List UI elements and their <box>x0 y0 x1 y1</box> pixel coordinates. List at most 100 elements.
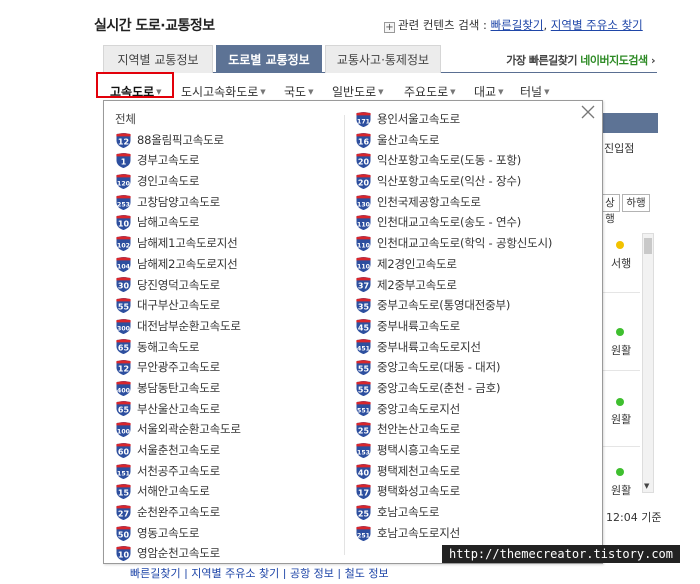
road-item[interactable]: 110 인천대교고속도로(학익 - 공항신도시) <box>355 233 552 254</box>
status-dot <box>616 468 624 476</box>
road-item[interactable]: 27 순천완주고속도로 <box>115 502 241 523</box>
road-item[interactable]: 55 중앙고속도로(대동 - 대저) <box>355 357 552 378</box>
road-item[interactable]: 37 제2중부고속도로 <box>355 275 552 296</box>
road-item[interactable]: 12 무안광주고속도로 <box>115 357 241 378</box>
road-item[interactable]: 40 평택제천고속도로 <box>355 461 552 482</box>
road-item[interactable]: 60 서울춘천고속도로 <box>115 440 241 461</box>
road-item[interactable]: 30 당진영덕고속도로 <box>115 275 241 296</box>
road-name: 평택시흥고속도로 <box>377 443 461 457</box>
highway-shield-icon: 100 <box>115 421 132 438</box>
row-divider <box>600 292 640 293</box>
road-item[interactable]: 10 남해고속도로 <box>115 212 241 233</box>
highway-shield-icon: 451 <box>355 338 372 356</box>
subnav-national-road[interactable]: 국도 ▼ <box>284 83 313 100</box>
status-text: 원활 <box>611 413 632 426</box>
svg-text:12: 12 <box>118 137 129 146</box>
road-name: 경인고속도로 <box>137 174 200 189</box>
highway-shield-icon: 12 <box>115 359 132 376</box>
road-item[interactable]: 17 평택화성고속도로 <box>355 481 552 502</box>
naver-map-search-link[interactable]: 가장 빠른길찾기 네이버지도검색 › <box>506 52 655 68</box>
road-item[interactable]: 65 부산울산고속도로 <box>115 399 241 420</box>
caret-down-icon: ▼ <box>498 88 504 96</box>
highway-shield-icon: 110 <box>355 256 372 273</box>
road-item[interactable]: 45 중부내륙고속도로 <box>355 316 552 337</box>
road-item[interactable]: 120 경인고속도로 <box>115 171 241 192</box>
road-item[interactable]: 50 영동고속도로 <box>115 523 241 544</box>
road-item[interactable]: 55 중앙고속도로(춘천 - 금호) <box>355 378 552 399</box>
road-item[interactable]: 55 대구부산고속도로 <box>115 295 241 316</box>
status-text: 서행 <box>611 257 632 270</box>
road-item-all[interactable]: 전체 <box>115 109 241 130</box>
road-item[interactable]: 104 남해제2고속도로지선 <box>115 254 241 275</box>
upbound-button[interactable]: 상행 <box>600 194 620 225</box>
road-item[interactable]: 20 익산포항고속도로(도동 - 포항) <box>355 150 552 171</box>
road-item[interactable]: 25 천안논산고속도로 <box>355 419 552 440</box>
road-item[interactable]: 102 남해제1고속도로지선 <box>115 233 241 254</box>
road-item[interactable]: 100 서울외곽순환고속도로 <box>115 419 241 440</box>
tab-road-traffic[interactable]: 도로별 교통정보 <box>216 45 322 73</box>
svg-text:451: 451 <box>357 346 370 353</box>
link-fast-route[interactable]: 빠른길찾기 <box>491 18 544 32</box>
link-gas-station[interactable]: 지역별 주유소 찾기 <box>551 18 643 32</box>
road-item[interactable]: 451 중부내륙고속도로지선 <box>355 337 552 358</box>
road-item[interactable]: 16 울산고속도로 <box>355 130 552 151</box>
highway-shield-icon: 25 <box>355 504 372 521</box>
svg-text:10: 10 <box>118 551 130 560</box>
highway-shield-icon: 551 <box>355 400 372 418</box>
status-text: 원활 <box>611 484 632 497</box>
highway-shield-icon: 171 <box>355 111 372 128</box>
subnav-urban-expressway[interactable]: 도시고속화도로 ▼ <box>181 83 266 100</box>
highway-shield-icon: 253 <box>115 193 132 211</box>
road-name: 서울외곽순환고속도로 <box>137 422 241 437</box>
plus-icon[interactable]: + <box>384 22 395 33</box>
svg-text:153: 153 <box>357 449 370 456</box>
road-item[interactable]: 551 중앙고속도로지선 <box>355 399 552 420</box>
svg-text:55: 55 <box>358 364 370 373</box>
svg-text:110: 110 <box>357 242 371 249</box>
road-list-right: 171 용인서울고속도로 16 울산고속도로 20 익산포항고속도로(도동 - 포항) 20… <box>355 109 552 543</box>
road-name: 순천완주고속도로 <box>137 505 221 520</box>
subnav-general-road[interactable]: 일반도로 ▼ <box>332 83 384 100</box>
subnav-tunnel[interactable]: 터널 ▼ <box>520 83 549 100</box>
highway-shield-icon: 153 <box>355 442 372 459</box>
road-item[interactable]: 151 서천공주고속도로 <box>115 461 241 482</box>
road-item[interactable]: 1 경부고속도로 <box>115 150 241 171</box>
road-item[interactable]: 110 제2경인고속도로 <box>355 254 552 275</box>
road-name: 인천대교고속도로(송도 - 연수) <box>377 215 521 230</box>
arrow-down-icon[interactable]: ▼ <box>644 482 649 490</box>
road-item[interactable]: 20 익산포항고속도로(익산 - 장수) <box>355 171 552 192</box>
road-item[interactable]: 300 대전남부순환고속도로 <box>115 316 241 337</box>
subnav-bridge[interactable]: 대교 ▼ <box>474 83 503 100</box>
highway-shield-icon: 120 <box>115 173 132 190</box>
road-item[interactable]: 130 인천국제공항고속도로 <box>355 192 552 213</box>
road-name: 익산포항고속도로(익산 - 장수) <box>377 174 521 189</box>
road-name: 당진영덕고속도로 <box>137 277 221 292</box>
road-name: 서천공주고속도로 <box>137 463 221 478</box>
road-name: 경부고속도로 <box>137 153 200 168</box>
road-item[interactable]: 251 호남고속도로지선 <box>355 523 552 544</box>
subnav-major-road[interactable]: 주요도로 ▼ <box>404 83 456 100</box>
road-item[interactable]: 400 봉담동탄고속도로 <box>115 378 241 399</box>
tab-accident-control[interactable]: 교통사고·통제정보 <box>325 45 441 73</box>
close-icon[interactable] <box>581 105 595 122</box>
road-item[interactable]: 253 고창담양고속도로 <box>115 192 241 213</box>
downbound-button[interactable]: 하행 <box>622 194 650 212</box>
tab-regional-traffic[interactable]: 지역별 교통정보 <box>103 45 213 73</box>
road-item[interactable]: 25 호남고속도로 <box>355 502 552 523</box>
road-item[interactable]: 110 인천대교고속도로(송도 - 연수) <box>355 212 552 233</box>
road-item[interactable]: 12 88올림픽고속도로 <box>115 130 241 151</box>
road-name: 대구부산고속도로 <box>137 298 221 313</box>
road-item[interactable]: 153 평택시흥고속도로 <box>355 440 552 461</box>
table-scrollbar[interactable]: ▼ <box>642 233 654 493</box>
road-name: 대전남부순환고속도로 <box>137 318 241 333</box>
road-name: 중앙고속도로(춘천 - 금호) <box>377 380 501 395</box>
highway-shield-icon: 65 <box>115 400 132 418</box>
road-item[interactable]: 10 영암순천고속도로 <box>115 543 241 564</box>
road-name: 남해제1고속도로지선 <box>137 236 238 251</box>
road-item[interactable]: 35 중부고속도로(통영대전중부) <box>355 295 552 316</box>
scrollbar-thumb[interactable] <box>644 238 652 254</box>
highway-shield-icon: 102 <box>115 235 132 252</box>
road-item[interactable]: 65 동해고속도로 <box>115 337 241 358</box>
road-item[interactable]: 15 서해안고속도로 <box>115 481 241 502</box>
road-item[interactable]: 171 용인서울고속도로 <box>355 109 552 130</box>
